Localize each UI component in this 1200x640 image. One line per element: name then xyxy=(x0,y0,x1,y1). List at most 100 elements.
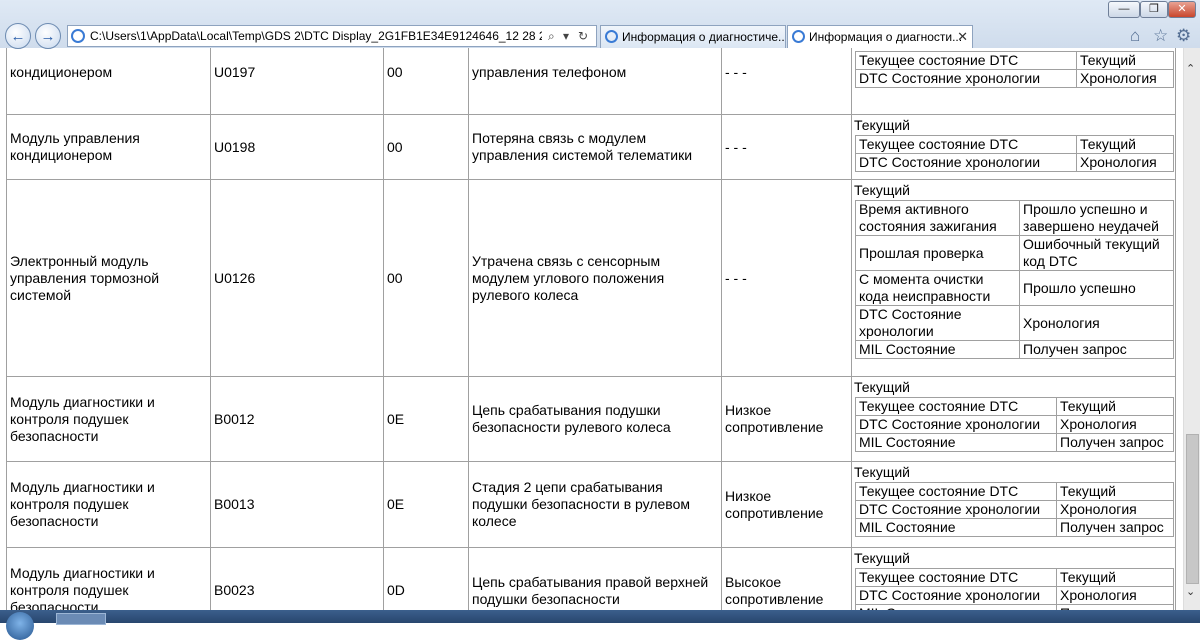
status-value: Текущий xyxy=(1056,482,1174,501)
gear-icon[interactable]: ⚙ xyxy=(1176,26,1191,46)
status-key: Текущее состояние DTC xyxy=(855,568,1057,587)
status-row: DTC Состояние хронологии Хронология xyxy=(855,500,1174,519)
close-window-button[interactable]: ✕ xyxy=(1168,1,1196,18)
ie-icon xyxy=(792,30,805,43)
dtc-table: кондиционером U0197 00 управления телефоном… xyxy=(6,48,1176,610)
status-value: Хронология xyxy=(1076,69,1174,88)
status-table: Текущее состояние DTC Текущий DTC Состояни… xyxy=(855,482,1174,537)
status-header: Текущий xyxy=(854,379,910,395)
vertical-scrollbar[interactable]: ⌃ ⌄ xyxy=(1183,48,1200,610)
status-cell: Текущий Текущее состояние DTC Текущий DTC С… xyxy=(851,461,1176,548)
code-cell: U0197 xyxy=(210,48,384,115)
close-tab-icon[interactable]: ✕ xyxy=(957,26,968,48)
dtc-row: Модуль диагностики и контроля подушек бе… xyxy=(6,376,1176,462)
status-value: Получен запрос xyxy=(1019,340,1174,359)
refresh-icon[interactable]: ↻ xyxy=(578,26,588,46)
status-value: Хронология xyxy=(1056,500,1174,519)
status-cell: Текущий Время активного состояния зажиган… xyxy=(851,179,1176,377)
status-value: Текущий xyxy=(1076,135,1174,154)
symptom-cell: 00 xyxy=(383,48,469,115)
star-icon[interactable]: ☆ xyxy=(1153,26,1168,46)
status-header: Текущий xyxy=(854,550,910,566)
status-row: Текущее состояние DTC Текущий xyxy=(855,397,1174,416)
description-cell: управления телефоном xyxy=(468,48,722,115)
maximize-button[interactable]: ❐ xyxy=(1140,1,1168,18)
address-text[interactable]: C:\Users\1\AppData\Local\Temp\GDS 2\DTC … xyxy=(90,26,542,46)
forward-icon[interactable]: → xyxy=(35,23,61,49)
dtc-row: кондиционером U0197 00 управления телефоном… xyxy=(6,48,1176,115)
status-key: MIL Состояние xyxy=(855,433,1057,452)
status-table: Текущее состояние DTC Текущий DTC Состояни… xyxy=(855,568,1174,610)
module-cell: Модуль диагностики и контроля подушек бе… xyxy=(6,376,211,462)
extra-cell: Низкое сопротивление xyxy=(721,461,852,548)
description-cell: Потеряна связь с модулем управления сист… xyxy=(468,114,722,180)
status-cell: Текущий Текущее состояние DTC Текущий DTC С… xyxy=(851,114,1176,180)
module-cell: Модуль управления кондиционером xyxy=(6,114,211,180)
symptom-cell: 0D xyxy=(383,547,469,610)
browser-chrome: ← → C:\Users\1\AppData\Local\Temp\GDS 2\… xyxy=(0,0,1200,49)
home-icon[interactable]: ⌂ xyxy=(1130,26,1140,46)
symptom-cell: 0E xyxy=(383,376,469,462)
status-key: С момента очистки кода неисправности xyxy=(855,270,1020,306)
tab-diagnostics-1[interactable]: Информация о диагностиче... xyxy=(600,25,786,48)
taskbar-ie-button[interactable] xyxy=(56,613,106,625)
status-row: MIL СостояниеПолучен запрос xyxy=(855,518,1174,537)
page-content: кондиционером U0197 00 управления телефоном… xyxy=(0,48,1183,610)
status-row: DTC Состояние хронологии Хронология xyxy=(855,305,1174,341)
status-key: Время активного состояния зажигания xyxy=(855,200,1020,236)
status-key: DTC Состояние хронологии xyxy=(855,586,1057,605)
status-value: Хронология xyxy=(1019,305,1174,341)
status-value: Ошибочный текущий код DTC xyxy=(1019,235,1174,271)
dtc-row: Модуль диагностики и контроля подушек бе… xyxy=(6,461,1176,548)
status-value: Хронология xyxy=(1056,415,1174,434)
tab-label: Информация о диагностиче... xyxy=(622,30,786,44)
dtc-row: Электронный модуль управления тормозной … xyxy=(6,179,1176,377)
symptom-cell: 00 xyxy=(383,114,469,180)
status-key: DTC Состояние хронологии xyxy=(855,415,1057,434)
status-value: Текущий xyxy=(1056,568,1174,587)
description-cell: Цепь срабатывания правой верхней подушки… xyxy=(468,547,722,610)
status-value: Прошло успешно xyxy=(1019,270,1174,306)
status-key: Текущее состояние DTC xyxy=(855,135,1077,154)
tab-label: Информация о диагности... xyxy=(809,30,963,44)
ie-icon xyxy=(605,30,618,43)
module-cell: Модуль диагностики и контроля подушек бе… xyxy=(6,461,211,548)
address-bar[interactable]: C:\Users\1\AppData\Local\Temp\GDS 2\DTC … xyxy=(67,25,597,47)
back-icon[interactable]: ← xyxy=(5,23,31,49)
status-cell: Текущий Текущее состояние DTC Текущий DTC С… xyxy=(851,547,1176,610)
description-cell: Утрачена связь с сенсорным модулем углов… xyxy=(468,179,722,377)
status-key: DTC Состояние хронологии xyxy=(855,69,1077,88)
status-row: MIL СостояниеПолучен запрос xyxy=(855,433,1174,452)
status-key: DTC Состояние хронологии xyxy=(855,305,1020,341)
status-row: Текущее состояние DTC Текущий xyxy=(855,568,1174,587)
extra-cell: Низкое сопротивление xyxy=(721,376,852,462)
minimize-button[interactable]: — xyxy=(1108,1,1140,18)
status-value: Хронология xyxy=(1056,586,1174,605)
status-table: Текущее состояние DTC Текущий DTC Состояни… xyxy=(855,51,1174,88)
status-key: Прошлая проверка xyxy=(855,235,1020,271)
status-cell: Текущее состояние DTC Текущий DTC Состояни… xyxy=(851,48,1176,115)
status-header: Текущий xyxy=(854,182,910,198)
search-icon[interactable]: ⌕ xyxy=(548,26,555,46)
module-cell: Электронный модуль управления тормозной … xyxy=(6,179,211,377)
code-cell: U0126 xyxy=(210,179,384,377)
status-row: Текущее состояние DTC Текущий xyxy=(855,482,1174,501)
status-value: Прошло успешно и завершено неудачей xyxy=(1019,200,1174,236)
status-header: Текущий xyxy=(854,117,910,133)
status-key: MIL Состояние xyxy=(855,340,1020,359)
extra-cell: - - - xyxy=(721,48,852,115)
module-cell: кондиционером xyxy=(6,48,211,115)
tab-diagnostics-2[interactable]: Информация о диагности... ✕ xyxy=(787,25,973,48)
scroll-up-icon[interactable]: ⌃ xyxy=(1186,62,1195,75)
scroll-down-icon[interactable]: ⌄ xyxy=(1186,585,1195,598)
dropdown-icon[interactable]: ▾ xyxy=(563,26,569,46)
start-button[interactable] xyxy=(6,612,34,640)
dtc-row: Модуль диагностики и контроля подушек бе… xyxy=(6,547,1176,610)
dtc-row: Модуль управления кондиционером U0198 00 По… xyxy=(6,114,1176,180)
status-key: DTC Состояние хронологии xyxy=(855,153,1077,172)
code-cell: U0198 xyxy=(210,114,384,180)
scroll-thumb[interactable] xyxy=(1186,434,1199,584)
status-value: Получен запрос xyxy=(1056,433,1174,452)
page-icon xyxy=(71,29,85,43)
status-row: Текущее состояние DTC Текущий xyxy=(855,51,1174,70)
